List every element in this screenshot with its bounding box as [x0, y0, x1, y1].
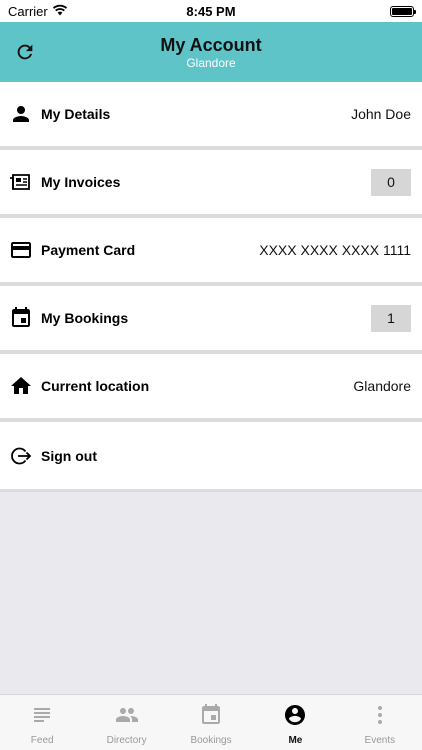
refresh-icon	[17, 44, 33, 60]
my-bookings-label: My Bookings	[41, 310, 129, 326]
credit-card-icon	[9, 238, 33, 262]
tab-directory[interactable]: Directory	[84, 695, 168, 750]
tab-bookings-label: Bookings	[190, 735, 232, 746]
header-titles: My Account Glandore	[160, 34, 261, 70]
home-icon	[9, 374, 33, 398]
tab-events[interactable]: Events	[338, 695, 422, 750]
page-title: My Account	[160, 35, 262, 55]
newspaper-icon	[9, 170, 33, 194]
refresh-button[interactable]	[12, 39, 38, 65]
payment-card-value: XXXX XXXX XXXX 1111	[259, 242, 411, 258]
menu-item-current-location[interactable]: Current location Glandore	[0, 354, 422, 422]
app-header: My Account Glandore	[0, 22, 422, 82]
my-details-value: John Doe	[351, 106, 411, 122]
calendar-icon	[199, 703, 223, 727]
more-vertical-icon	[368, 703, 392, 727]
menu-item-sign-out[interactable]: Sign out	[0, 422, 422, 492]
calendar-icon	[9, 306, 33, 330]
app-screen: Carrier 8:45 PM My Account Glandore My D…	[0, 0, 422, 750]
tab-bookings[interactable]: Bookings	[169, 695, 253, 750]
sign-out-label: Sign out	[41, 447, 97, 464]
bottom-tab-bar: Feed Directory Bookings Me Events	[0, 694, 422, 750]
status-bar: Carrier 8:45 PM	[0, 0, 422, 22]
carrier-label: Carrier	[8, 3, 48, 19]
my-invoices-label: My Invoices	[41, 174, 121, 190]
battery-icon	[390, 5, 416, 17]
payment-card-label: Payment Card	[41, 242, 136, 258]
person-icon	[9, 102, 33, 126]
menu-item-my-details[interactable]: My Details John Doe	[0, 82, 422, 150]
menu-item-payment-card[interactable]: Payment Card XXXX XXXX XXXX 1111	[0, 218, 422, 286]
invoices-count-badge: 0	[371, 168, 411, 196]
clock: 8:45 PM	[186, 3, 236, 19]
tab-feed-label: Feed	[30, 735, 54, 746]
current-location-label: Current location	[41, 378, 150, 394]
carrier-indicator: Carrier	[8, 4, 148, 19]
menu-item-my-bookings[interactable]: My Bookings 1	[0, 286, 422, 354]
page-subtitle: Glandore	[186, 56, 236, 70]
tab-feed[interactable]: Feed	[0, 695, 84, 750]
feed-icon	[30, 703, 54, 727]
people-icon	[115, 703, 139, 727]
current-location-value: Glandore	[353, 378, 411, 394]
sign-out-icon	[9, 444, 33, 468]
tab-me[interactable]: Me	[253, 695, 337, 750]
menu-item-my-invoices[interactable]: My Invoices 0	[0, 150, 422, 218]
account-menu: My Details John Doe My Invoices 0 Paymen…	[0, 82, 422, 492]
wifi-icon	[52, 4, 68, 19]
my-details-label: My Details	[41, 106, 111, 122]
tab-me-label: Me	[288, 735, 303, 746]
bookings-count-badge: 1	[371, 304, 411, 332]
tab-events-label: Events	[364, 735, 396, 746]
tab-directory-label: Directory	[106, 735, 147, 746]
battery-indicator	[274, 5, 416, 17]
account-circle-icon	[283, 703, 307, 727]
